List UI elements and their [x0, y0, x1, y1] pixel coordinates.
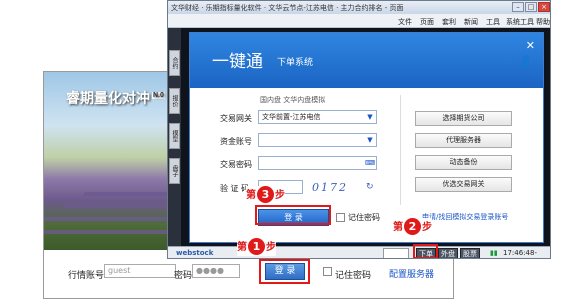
password-label: 密码: [174, 271, 193, 281]
chevron-down-icon: ▼: [367, 136, 373, 144]
remember-password-checkbox[interactable]: [336, 213, 345, 222]
market-login-form: 行情账号 guest 密码 ●●●● 登 录 记住密码 配置服务器: [44, 259, 453, 292]
status-bar: webstock 下单 外盘 股票 ▮▮ 17:46:48-Local: [168, 246, 550, 258]
one-click-order-dialog: 一键通 下单系统 ✕ 👤 国内盘 文华内盘模拟 交易网关 文华前置-江苏电信 ▼ …: [189, 32, 544, 243]
remember-label: 记住密码: [335, 271, 372, 281]
title-bar: 文华财经 · 乐期指标量化软件 · 文华云节点-江苏电信 · 主力合约排名 - …: [168, 1, 550, 14]
status-input[interactable]: [383, 248, 409, 258]
apply-sim-account-link[interactable]: 申请/找回模拟交易登录账号: [422, 212, 508, 222]
preferred-gateway-button[interactable]: 优选交易网关: [415, 177, 512, 192]
choose-broker-button[interactable]: 选择期货公司: [415, 111, 512, 126]
fund-account-select[interactable]: ▼: [258, 133, 377, 147]
market-hint: 国内盘 文华内盘模拟: [260, 96, 326, 104]
side-tab-quote[interactable]: 报价: [169, 88, 180, 114]
close-button[interactable]: ×: [538, 2, 550, 12]
gateway-select[interactable]: 文华前置-江苏电信 ▼: [258, 110, 377, 124]
chevron-down-icon: ▼: [367, 113, 373, 121]
menu-item-help[interactable]: 帮助: [536, 17, 550, 27]
divider: [400, 95, 401, 205]
menu-item-tools[interactable]: 工具: [486, 17, 500, 27]
step-3-badge: 第3步: [246, 186, 285, 204]
clock-text: 17:46:48-Local: [503, 249, 537, 257]
add-user-icon[interactable]: 👤: [519, 55, 535, 68]
side-tab-model[interactable]: 模型: [169, 123, 180, 149]
gateway-label: 交易网关: [220, 114, 252, 123]
menu-item-systools[interactable]: 系统工具: [506, 17, 534, 27]
minimize-button[interactable]: –: [512, 2, 524, 12]
trade-password-label: 交易密码: [220, 160, 252, 169]
menu-item-news[interactable]: 新闻: [464, 17, 478, 27]
window-controls: – □ ×: [511, 2, 550, 13]
menu-item-page[interactable]: 页面: [420, 17, 434, 27]
refresh-icon[interactable]: ↻: [366, 182, 376, 192]
signal-icon: ▮▮: [490, 249, 498, 257]
dynamic-backup-button[interactable]: 动态备份: [415, 155, 512, 170]
side-tab-contract[interactable]: 合约: [169, 50, 180, 76]
captcha-image[interactable]: 0172: [312, 181, 348, 194]
brand-logo: webstock: [176, 249, 214, 257]
close-icon[interactable]: ✕: [526, 39, 535, 52]
account-label: 行情账号: [68, 271, 105, 281]
market-login-button[interactable]: 登 录: [265, 263, 305, 280]
menu-item-file[interactable]: 文件: [398, 17, 412, 27]
foreign-button[interactable]: 外盘: [438, 248, 458, 258]
maximize-button[interactable]: □: [525, 2, 537, 12]
dialog-subtitle: 下单系统: [277, 58, 314, 68]
trade-password-input[interactable]: ⌨: [258, 156, 377, 170]
stock-button[interactable]: 股票: [460, 248, 480, 258]
menu-bar: 文件 页面 套利 新闻 工具 系统工具 帮助: [168, 14, 550, 28]
account-input[interactable]: guest: [104, 264, 176, 278]
side-tab-strip: 合约 报价 模型 盘子: [168, 28, 181, 246]
step2-highlight-box: [413, 244, 438, 258]
password-input[interactable]: ●●●●: [192, 264, 240, 278]
step-2-badge: 第2步: [393, 218, 432, 236]
remember-password-label: 记住密码: [348, 213, 380, 222]
keyboard-icon[interactable]: ⌨: [365, 158, 375, 168]
window-title: 文华财经 · 乐期指标量化软件 · 文华云节点-江苏电信 · 主力合约排名 - …: [171, 4, 404, 12]
remember-checkbox[interactable]: [323, 267, 332, 276]
proxy-server-button[interactable]: 代理服务器: [415, 133, 512, 148]
step-1-badge: 第1步: [237, 238, 276, 256]
side-tab-board[interactable]: 盘子: [169, 158, 180, 184]
fund-account-label: 资金账号: [220, 137, 252, 146]
step3-highlight-box: [255, 205, 331, 225]
dialog-title: 一键通: [212, 52, 263, 71]
banner-title: 睿期量化对冲 N.0: [66, 90, 165, 106]
menu-item-arb[interactable]: 套利: [442, 17, 456, 27]
dialog-header: 一键通 下单系统 ✕ 👤: [190, 33, 543, 88]
config-server-link[interactable]: 配置服务器: [389, 267, 434, 280]
captcha-label: 验 证 码: [220, 184, 250, 193]
